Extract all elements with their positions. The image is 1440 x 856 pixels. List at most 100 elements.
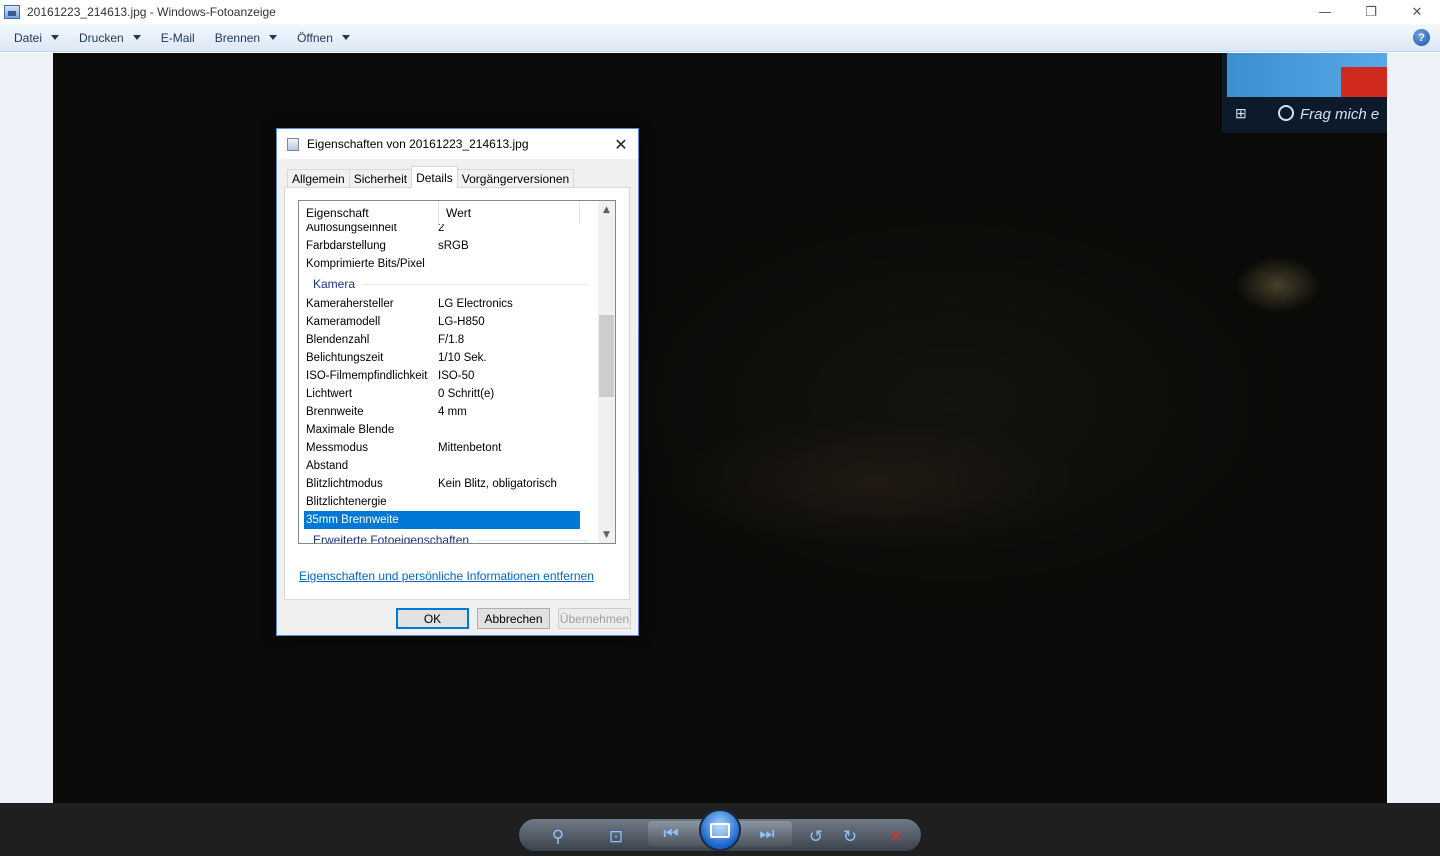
property-value: 4 mm [438, 406, 467, 418]
property-row[interactable]: Blitzlichtenergie [299, 493, 598, 511]
property-row[interactable]: Abstand [299, 457, 598, 475]
property-value: LG-H850 [438, 316, 485, 328]
property-name: Blendenzahl [306, 334, 370, 346]
property-name: Messmodus [306, 442, 368, 454]
group-header-erweiterte-fotoeigenschaften: Erweiterte Fotoeigenschaften [299, 529, 598, 544]
menu-label: E-Mail [160, 30, 195, 45]
cortana-label: Frag mich e [1300, 106, 1380, 123]
dialog-buttons: OK Abbrechen Übernehmen [396, 608, 639, 629]
properties-dialog: Eigenschaften von 20161223_214613.jpg ✕ … [276, 128, 639, 636]
property-name: ISO-Filmempfindlichkeit [306, 370, 428, 382]
menu-label: Öffnen [297, 30, 333, 45]
menu-bar: Datei Drucken E-Mail Brennen Öffnen ? [0, 24, 1440, 52]
photo-cortana-text: Frag mich e [1278, 105, 1379, 123]
property-value: ISO-50 [438, 370, 475, 382]
rotate-left-icon[interactable]: ↺ [805, 827, 827, 847]
property-value: Mittenbetont [438, 442, 502, 454]
property-value: F/1.8 [438, 334, 465, 346]
slideshow-icon [710, 822, 730, 838]
rotate-right-icon[interactable]: ↻ [839, 827, 861, 847]
dialog-close-button[interactable]: ✕ [610, 133, 632, 155]
minimize-button[interactable]: — [1302, 0, 1348, 24]
group-label: Kamera [313, 277, 356, 291]
property-row[interactable]: Lichtwert 0 Schritt(e) [299, 385, 598, 403]
scroll-down-icon[interactable]: ▼ [598, 526, 615, 543]
group-divider [363, 283, 588, 285]
next-icon[interactable]: ⏭ [756, 824, 778, 844]
dialog-titlebar: Eigenschaften von 20161223_214613.jpg ✕ [277, 129, 638, 159]
menu-brennen[interactable]: Brennen [208, 24, 284, 52]
details-panel: Auflösungseinheit 2 Farbdarstellung sRGB K… [284, 187, 630, 600]
property-row[interactable]: Blitzlichtmodus Kein Blitz, obligatorisch [299, 475, 598, 493]
photo-viewer-app-icon [4, 5, 20, 19]
property-name: Kameramodell [306, 316, 381, 328]
remove-properties-link[interactable]: Eigenschaften und persönliche Informatio… [299, 569, 594, 583]
property-name: Kamerahersteller [306, 298, 394, 310]
property-row[interactable]: ISO-Filmempfindlichkeit ISO-50 [299, 367, 598, 385]
property-row[interactable]: Maximale Blende [299, 421, 598, 439]
tab-allgemein[interactable]: Allgemein [287, 169, 350, 188]
help-icon[interactable]: ? [1413, 29, 1430, 46]
menu-oeffnen[interactable]: Öffnen [290, 24, 357, 52]
menu-datei[interactable]: Datei [7, 24, 66, 52]
group-label: Erweiterte Fotoeigenschaften [313, 533, 470, 544]
window-controls: — ❐ ✕ [1302, 0, 1440, 24]
column-header-wert[interactable]: Wert [439, 201, 580, 224]
cortana-ring-icon [1278, 105, 1294, 121]
property-row[interactable]: Kameramodell LG-H850 [299, 313, 598, 331]
delete-icon[interactable]: ✕ [885, 827, 907, 847]
window-titlebar: 20161223_214613.jpg - Windows-Fotoanzeig… [0, 0, 1440, 24]
menu-label: Datei [14, 30, 43, 45]
property-row-selected[interactable]: 35mm Brennweite [304, 511, 580, 529]
property-row[interactable]: Blendenzahl F/1.8 [299, 331, 598, 349]
scroll-up-icon[interactable]: ▲ [598, 201, 615, 218]
chevron-down-icon [341, 35, 350, 40]
property-name: Komprimierte Bits/Pixel [306, 258, 425, 270]
property-name: Farbdarstellung [306, 240, 386, 252]
property-list[interactable]: Auflösungseinheit 2 Farbdarstellung sRGB K… [298, 200, 616, 544]
menu-email[interactable]: E-Mail [154, 24, 202, 52]
property-row[interactable]: Belichtungszeit 1/10 Sek. [299, 349, 598, 367]
property-name: Belichtungszeit [306, 352, 384, 364]
zoom-icon[interactable]: ⚲ [547, 827, 569, 847]
list-header: Eigenschaft Wert [299, 201, 598, 224]
vertical-scrollbar[interactable]: ▲ ▼ [598, 201, 615, 543]
image-viewer-area: ⊞ Frag mich e [0, 53, 1440, 803]
menu-label: Drucken [79, 30, 124, 45]
tab-vorgaengerversionen[interactable]: Vorgängerversionen [456, 169, 575, 188]
property-name: Blitzlichtmodus [306, 478, 383, 490]
tab-details[interactable]: Details [411, 166, 458, 188]
previous-icon[interactable]: ⏮ [660, 824, 682, 844]
windows-logo-icon: ⊞ [1235, 105, 1247, 121]
property-value: sRGB [438, 240, 469, 252]
property-row[interactable]: Brennweite 4 mm [299, 403, 598, 421]
chevron-down-icon [132, 35, 141, 40]
window-title: 20161223_214613.jpg - Windows-Fotoanzeig… [27, 5, 276, 19]
slideshow-button[interactable] [699, 809, 741, 851]
menu-drucken[interactable]: Drucken [72, 24, 148, 52]
property-rows: Auflösungseinheit 2 Farbdarstellung sRGB K… [299, 219, 598, 544]
dialog-title: Eigenschaften von 20161223_214613.jpg [307, 137, 529, 151]
property-name: Brennweite [306, 406, 364, 418]
property-name: 35mm Brennweite [306, 514, 399, 526]
tab-sicherheit[interactable]: Sicherheit [348, 169, 413, 188]
property-name: Abstand [306, 460, 349, 472]
image-file-icon [287, 137, 299, 151]
apply-button[interactable]: Übernehmen [558, 608, 631, 629]
actual-size-icon[interactable]: ⊡ [605, 827, 627, 847]
column-header-eigenschaft[interactable]: Eigenschaft [299, 201, 439, 224]
property-value: Kein Blitz, obligatorisch [438, 478, 557, 490]
scrollbar-thumb[interactable] [599, 315, 614, 397]
property-row[interactable]: Komprimierte Bits/Pixel [299, 255, 598, 273]
photo-monitor-red-tile [1341, 67, 1387, 97]
property-row[interactable]: Farbdarstellung sRGB [299, 237, 598, 255]
property-value: 0 Schritt(e) [438, 388, 495, 400]
property-row[interactable]: Messmodus Mittenbetont [299, 439, 598, 457]
property-name: Lichtwert [306, 388, 353, 400]
cancel-button[interactable]: Abbrechen [477, 608, 550, 629]
property-row[interactable]: Kamerahersteller LG Electronics [299, 295, 598, 313]
chevron-down-icon [51, 35, 60, 40]
ok-button[interactable]: OK [396, 608, 469, 629]
close-window-button[interactable]: ✕ [1394, 0, 1440, 24]
restore-button[interactable]: ❐ [1348, 0, 1394, 24]
